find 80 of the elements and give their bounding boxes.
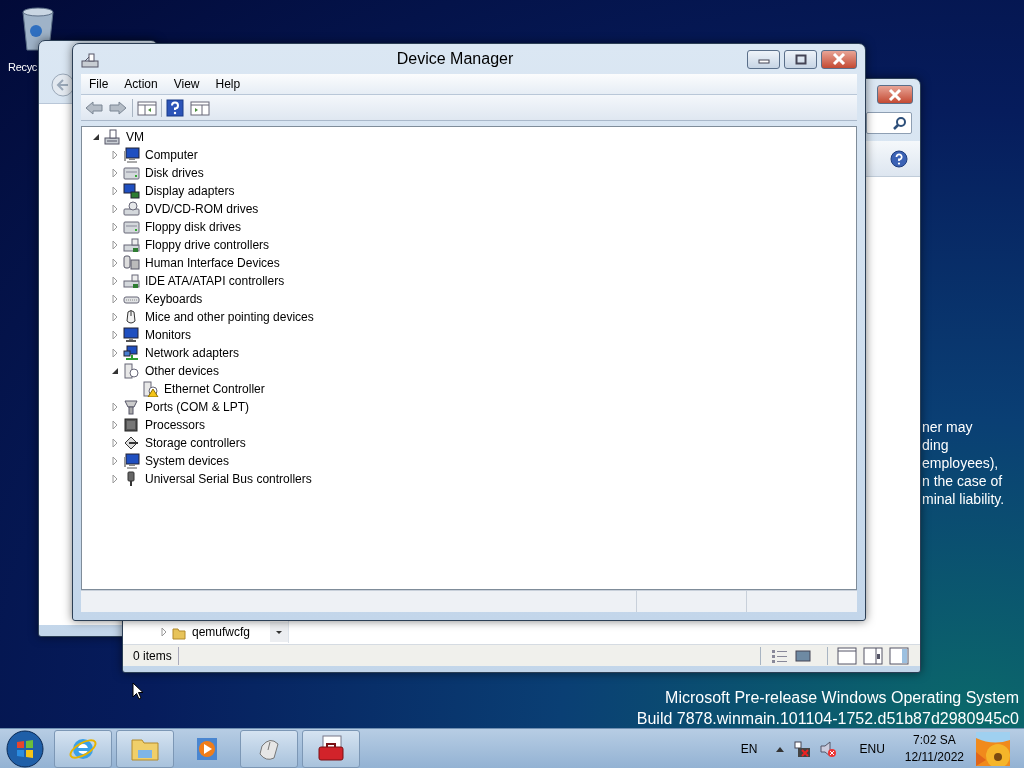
notice-text: minal liability. (922, 490, 1005, 508)
tree-item[interactable]: Universal Serial Bus controllers (145, 471, 312, 487)
dropdown-button[interactable] (270, 622, 288, 642)
monitor-icon (123, 453, 140, 469)
tree-item[interactable]: Network adapters (145, 345, 240, 361)
menu-item[interactable]: File (81, 74, 117, 94)
tree-item[interactable]: qemufwcfg (192, 623, 251, 641)
clock-date[interactable]: 12/11/2022 (904, 748, 964, 766)
storage-icon (123, 435, 140, 451)
close-icon (832, 53, 846, 65)
console-tree-icon[interactable] (137, 99, 157, 116)
action-pane-icon[interactable] (190, 99, 210, 116)
expand-arrow[interactable] (110, 366, 121, 376)
help-icon[interactable] (890, 149, 908, 168)
clock-time[interactable]: 7:02 SA (913, 731, 956, 749)
back-arrow-icon[interactable] (84, 99, 104, 116)
tree-item[interactable]: Monitors (145, 327, 191, 343)
tree-item[interactable]: Floppy disk drives (145, 219, 242, 235)
status-text: 0 items (123, 646, 179, 665)
maximize-icon (794, 53, 807, 65)
maximize-button[interactable] (784, 49, 817, 69)
unknown-device-icon (123, 363, 140, 379)
notice-text: employees), (922, 454, 999, 472)
start-button[interactable] (6, 729, 44, 768)
forward-arrow-icon[interactable] (108, 99, 128, 116)
monitor-icon (123, 183, 140, 199)
device-icon (123, 255, 140, 271)
tree-item[interactable]: IDE ATA/ATAPI controllers (145, 273, 285, 289)
close-button[interactable] (877, 85, 913, 104)
menu-item[interactable]: View (165, 74, 208, 94)
icon-label[interactable]: Recyc (8, 59, 38, 76)
input-indicator[interactable]: ENU (859, 739, 885, 758)
notice-text: n the case of (922, 472, 1003, 490)
drive-icon (123, 219, 140, 235)
build-text: Build 7878.winmain.101104-1752.d51b87d2980945c0 (636, 709, 1019, 729)
tree-item[interactable]: Display adapters (145, 183, 235, 199)
monitor-icon (123, 327, 140, 343)
tree-item[interactable]: Ethernet Controller (164, 381, 265, 397)
tree-item[interactable]: Mice and other pointing devices (145, 309, 314, 325)
taskbar-button[interactable] (302, 729, 360, 768)
chip-icon (123, 417, 140, 433)
window-title: Device Manager (395, 49, 515, 69)
build-text: Microsoft Pre-release Windows Operating System (665, 688, 1019, 708)
tree-item[interactable]: Floppy drive controllers (145, 237, 270, 253)
notice-text: ding (922, 436, 949, 454)
tree-item[interactable]: Computer (145, 147, 198, 163)
expand-arrow[interactable] (91, 132, 102, 142)
tree-item[interactable]: System devices (145, 453, 230, 469)
menu-item[interactable]: Help (207, 74, 249, 94)
search-field[interactable] (866, 112, 912, 134)
monitor-icon (123, 147, 140, 163)
menu-item[interactable]: Action (116, 74, 166, 94)
drive-icon (123, 201, 140, 217)
tree-item[interactable]: Disk drives (145, 165, 204, 181)
tree-item[interactable]: DVD/CD-ROM drives (145, 201, 259, 217)
folder-icon (172, 625, 186, 640)
volume-muted-icon[interactable] (819, 739, 838, 758)
language-indicator[interactable]: EN (740, 739, 758, 758)
tree-item[interactable]: Processors (145, 417, 206, 433)
minimize-button[interactable] (747, 49, 780, 69)
drive-icon (123, 237, 140, 253)
mouse-pointer-icon (132, 681, 144, 700)
preview-pane-icon[interactable] (862, 645, 884, 666)
tree-item[interactable]: Human Interface Devices (145, 255, 280, 271)
drive-icon (123, 165, 140, 181)
network-icon[interactable] (793, 739, 812, 758)
network-icon (123, 345, 140, 361)
toolbox-icon (316, 733, 346, 764)
notice-text: ner may (922, 418, 973, 436)
search-icon (893, 116, 907, 130)
close-icon (888, 88, 902, 101)
tree-item[interactable]: Ports (COM & LPT) (145, 399, 249, 415)
tree-item[interactable]: Other devices (145, 363, 220, 379)
tree-item[interactable]: Storage controllers (145, 435, 246, 451)
port-icon (123, 399, 140, 415)
close-button[interactable] (821, 49, 857, 69)
drive-icon (123, 273, 140, 289)
tree-item[interactable]: Keyboards (145, 291, 203, 307)
help-icon[interactable] (166, 98, 184, 117)
tree-item[interactable]: VM (126, 129, 144, 145)
